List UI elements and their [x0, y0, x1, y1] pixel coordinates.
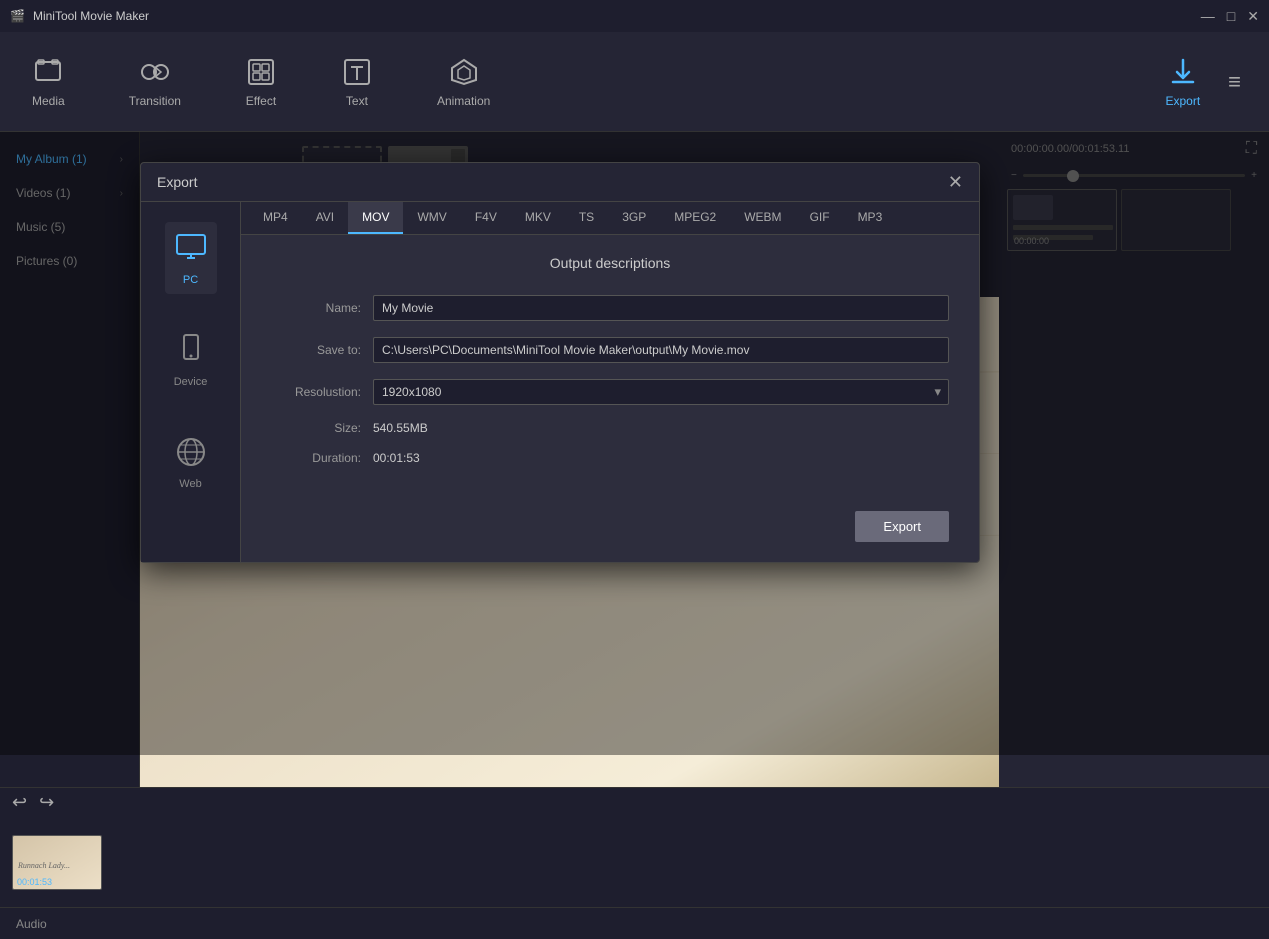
timeline-controls: ↩ ↪ — [0, 788, 1269, 817]
window-controls: — □ ✕ — [1201, 8, 1259, 25]
monitor-icon — [173, 230, 209, 266]
form-row-duration: Duration: 00:01:53 — [271, 451, 949, 465]
globe-icon — [173, 434, 209, 470]
tab-wmv[interactable]: WMV — [403, 202, 460, 234]
save-to-label: Save to: — [271, 343, 361, 357]
device-mobile[interactable]: Device — [165, 324, 217, 396]
toolbar-item-transition[interactable]: Transition — [117, 48, 193, 116]
app-title-group: 🎬 MiniTool Movie Maker — [10, 9, 149, 23]
animation-icon — [448, 56, 480, 88]
form-row-name: Name: — [271, 295, 949, 321]
timeline-clip-1[interactable]: Runnach Lady... 00:01:53 — [12, 835, 102, 890]
dialog-body: PC Device — [141, 202, 979, 562]
output-description-title: Output descriptions — [271, 255, 949, 271]
duration-label: Duration: — [271, 451, 361, 465]
redo-button[interactable]: ↪ — [39, 792, 54, 813]
export-dialog: Export ✕ PC — [140, 162, 980, 563]
export-top-button[interactable]: Export — [1165, 56, 1200, 108]
name-label: Name: — [271, 301, 361, 315]
main-toolbar: Media Transition Effect — [0, 32, 1269, 132]
tab-mp3[interactable]: MP3 — [844, 202, 897, 234]
toolbar-item-media[interactable]: Media — [20, 48, 77, 116]
device-web[interactable]: Web — [165, 426, 217, 498]
tab-mp4[interactable]: MP4 — [249, 202, 302, 234]
dialog-main-area: MP4 AVI MOV WMV F4V MKV TS 3GP MPEG2 WEB… — [241, 202, 979, 562]
toolbar-item-animation[interactable]: Animation — [425, 48, 502, 116]
tab-mkv[interactable]: MKV — [511, 202, 565, 234]
media-icon — [32, 56, 64, 88]
tab-ts[interactable]: TS — [565, 202, 608, 234]
menu-button[interactable]: ≡ — [1220, 61, 1249, 103]
save-to-input[interactable] — [373, 337, 949, 363]
dialog-device-sidebar: PC Device — [141, 202, 241, 562]
size-value: 540.55MB — [373, 421, 949, 435]
export-action-button[interactable]: Export — [855, 511, 949, 542]
close-button[interactable]: ✕ — [1247, 8, 1259, 25]
app-logo: 🎬 — [10, 9, 25, 23]
svg-text:Runnach Lady...: Runnach Lady... — [17, 861, 70, 870]
status-bar: Audio — [0, 907, 1269, 939]
tab-avi[interactable]: AVI — [302, 202, 348, 234]
form-row-size: Size: 540.55MB — [271, 421, 949, 435]
form-row-resolution: Resolustion: 1920x1080 1280x720 854x480 … — [271, 379, 949, 405]
toolbar-item-effect[interactable]: Effect — [233, 48, 289, 116]
minimize-button[interactable]: — — [1201, 8, 1215, 25]
form-row-save-to: Save to: — [271, 337, 949, 363]
effect-icon — [245, 56, 277, 88]
undo-button[interactable]: ↩ — [12, 792, 27, 813]
toolbar-right: Export ≡ — [1165, 56, 1249, 108]
title-bar: 🎬 MiniTool Movie Maker — □ ✕ — [0, 0, 1269, 32]
dialog-form: Output descriptions Name: Save to: Resol… — [241, 235, 979, 501]
device-pc[interactable]: PC — [165, 222, 217, 294]
dialog-footer: Export — [241, 501, 979, 562]
tab-mpeg2[interactable]: MPEG2 — [660, 202, 730, 234]
format-tabs: MP4 AVI MOV WMV F4V MKV TS 3GP MPEG2 WEB… — [241, 202, 979, 235]
tab-webm[interactable]: WEBM — [730, 202, 795, 234]
app-title: MiniTool Movie Maker — [33, 9, 149, 23]
tab-mov[interactable]: MOV — [348, 202, 403, 234]
tab-gif[interactable]: GIF — [796, 202, 844, 234]
timeline-track: Runnach Lady... 00:01:53 — [0, 817, 1269, 907]
tab-3gp[interactable]: 3GP — [608, 202, 660, 234]
transition-icon — [139, 56, 171, 88]
resolution-label: Resolustion: — [271, 385, 361, 399]
maximize-button[interactable]: □ — [1227, 8, 1235, 25]
toolbar-item-text[interactable]: Text — [329, 48, 385, 116]
resolution-select-wrap: 1920x1080 1280x720 854x480 640x360 ▾ — [373, 379, 949, 405]
name-input[interactable] — [373, 295, 949, 321]
toolbar-nav: Media Transition Effect — [20, 48, 502, 116]
dialog-close-button[interactable]: ✕ — [948, 173, 963, 191]
duration-value: 00:01:53 — [373, 451, 949, 465]
dialog-overlay: Export ✕ PC — [0, 132, 1269, 755]
text-icon — [341, 56, 373, 88]
mobile-icon — [173, 332, 209, 368]
export-top-icon — [1167, 56, 1199, 88]
timeline-panel: ↩ ↪ Runnach Lady... 00:01:53 — [0, 787, 1269, 907]
resolution-select[interactable]: 1920x1080 1280x720 854x480 640x360 — [373, 379, 949, 405]
size-label: Size: — [271, 421, 361, 435]
dialog-header: Export ✕ — [141, 163, 979, 202]
tab-f4v[interactable]: F4V — [461, 202, 511, 234]
